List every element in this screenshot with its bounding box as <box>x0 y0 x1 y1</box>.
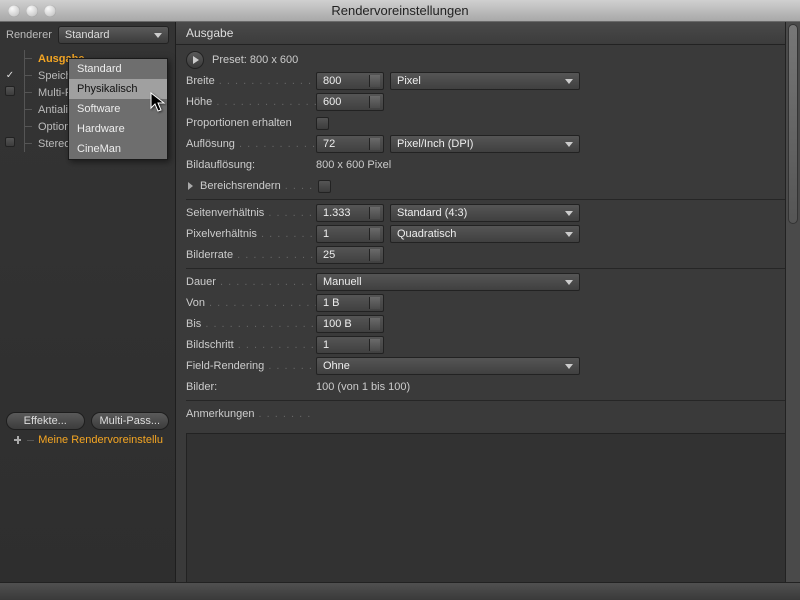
renderer-dropdown-menu: Standard Physikalisch Software Hardware … <box>68 58 168 160</box>
tree-branch-icon <box>27 440 34 441</box>
sidebar: Renderer Standard Ausgabe ✓ Speichern Mu… <box>0 22 176 600</box>
framerate-label: Bilderrate <box>186 249 316 261</box>
from-label: Von <box>186 297 316 309</box>
tree-check[interactable]: ✓ <box>4 70 16 81</box>
to-label: Bis <box>186 318 316 330</box>
field-select[interactable]: Ohne <box>316 357 580 375</box>
window-title: Rendervoreinstellungen <box>0 3 800 18</box>
multipass-button[interactable]: Multi-Pass... <box>91 412 170 430</box>
renderer-option-cineman[interactable]: CineMan <box>69 139 167 159</box>
tree-branch-icon <box>20 50 34 67</box>
tree-branch-icon <box>20 135 34 152</box>
step-input[interactable]: 1 <box>316 336 384 354</box>
aspect-label: Seitenverhältnis <box>186 207 316 219</box>
content-panel: Ausgabe Preset: 800 x 600 Breite 800 Pix… <box>176 22 800 600</box>
framerate-input[interactable]: 25 <box>316 246 384 264</box>
from-input[interactable]: 1 B <box>316 294 384 312</box>
width-input[interactable]: 800 <box>316 72 384 90</box>
preset-icon <box>12 434 23 446</box>
duration-label: Dauer <box>186 276 316 288</box>
tree-branch-icon <box>20 84 34 101</box>
proportions-checkbox[interactable] <box>316 117 329 130</box>
renderer-select[interactable]: Standard <box>58 26 169 44</box>
panel-title: Ausgabe <box>176 22 800 45</box>
renderer-option-software[interactable]: Software <box>69 99 167 119</box>
region-render-checkbox[interactable] <box>318 180 331 193</box>
renderer-label: Renderer <box>6 29 52 41</box>
aspect-input[interactable]: 1.333 <box>316 204 384 222</box>
tree-check[interactable] <box>4 86 16 99</box>
duration-select[interactable]: Manuell <box>316 273 580 291</box>
zoom-icon[interactable] <box>44 5 56 17</box>
my-render-settings[interactable]: Meine Rendervoreinstellung <box>38 434 163 446</box>
tree-check[interactable] <box>4 137 16 150</box>
renderer-option-standard[interactable]: Standard <box>69 59 167 79</box>
image-res-label: Bildauflösung: <box>186 159 316 171</box>
pixel-aspect-select[interactable]: Quadratisch <box>390 225 580 243</box>
tree-branch-icon <box>20 101 34 118</box>
step-label: Bildschritt <box>186 339 316 351</box>
field-label: Field-Rendering <box>186 360 316 372</box>
region-render-label: Bereichsrendern <box>200 180 318 192</box>
window-controls <box>0 5 56 17</box>
renderer-select-value: Standard <box>65 29 110 41</box>
height-label: Höhe <box>186 96 316 108</box>
pixel-aspect-input[interactable]: 1 <box>316 225 384 243</box>
tree-branch-icon <box>20 67 34 84</box>
footer <box>0 582 800 600</box>
width-label: Breite <box>186 75 316 87</box>
pixel-aspect-label: Pixelverhältnis <box>186 228 316 240</box>
renderer-option-hardware[interactable]: Hardware <box>69 119 167 139</box>
close-icon[interactable] <box>8 5 20 17</box>
frames-value: 100 (von 1 bis 100) <box>316 381 410 393</box>
separator <box>186 400 790 401</box>
height-input[interactable]: 600 <box>316 93 384 111</box>
separator <box>186 199 790 200</box>
to-input[interactable]: 100 B <box>316 315 384 333</box>
vertical-scrollbar[interactable] <box>785 22 800 582</box>
width-unit-select[interactable]: Pixel <box>390 72 580 90</box>
preset-play-button[interactable] <box>186 51 204 69</box>
preset-label: Preset: 800 x 600 <box>212 54 298 66</box>
scroll-thumb[interactable] <box>788 24 798 224</box>
disclose-icon[interactable] <box>186 181 196 191</box>
notes-label: Anmerkungen <box>186 408 316 420</box>
titlebar: Rendervoreinstellungen <box>0 0 800 22</box>
proportions-label: Proportionen erhalten <box>186 117 316 129</box>
frames-label: Bilder: <box>186 381 316 393</box>
minimize-icon[interactable] <box>26 5 38 17</box>
effects-button[interactable]: Effekte... <box>6 412 85 430</box>
resolution-label: Auflösung <box>186 138 316 150</box>
renderer-option-physikalisch[interactable]: Physikalisch <box>69 79 167 99</box>
notes-textarea[interactable] <box>186 433 790 590</box>
separator <box>186 268 790 269</box>
tree-branch-icon <box>20 118 34 135</box>
resolution-input[interactable]: 72 <box>316 135 384 153</box>
resolution-unit-select[interactable]: Pixel/Inch (DPI) <box>390 135 580 153</box>
image-res-value: 800 x 600 Pixel <box>316 159 391 171</box>
aspect-select[interactable]: Standard (4:3) <box>390 204 580 222</box>
